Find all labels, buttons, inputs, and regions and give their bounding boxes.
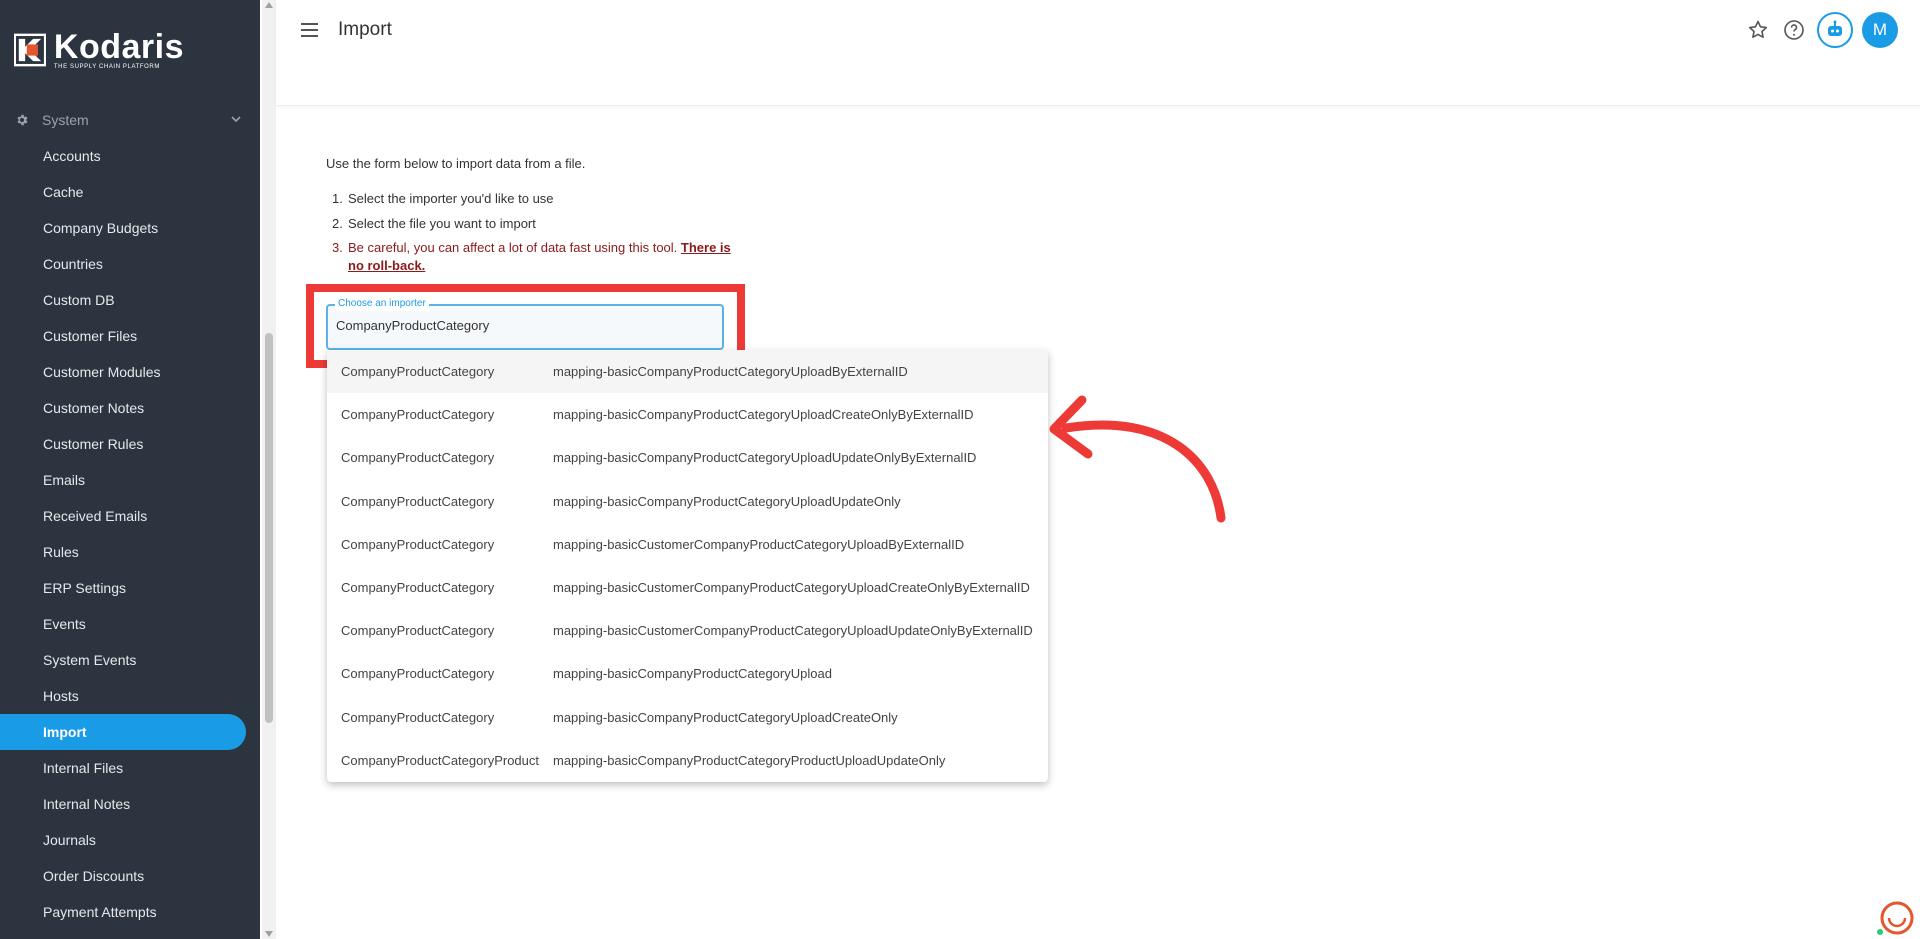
- option-mapping-name: mapping-basicCustomerCompanyProductCateg…: [553, 536, 965, 552]
- sidebar-item-company-budgets[interactable]: Company Budgets: [0, 210, 250, 246]
- scroll-up-arrow-icon[interactable]: [265, 2, 273, 8]
- sidebar-item-rules[interactable]: Rules: [0, 534, 250, 570]
- sidebar-item-customer-rules[interactable]: Customer Rules: [0, 426, 250, 462]
- importer-option[interactable]: CompanyProductCategory mapping-basicCusto…: [327, 609, 1048, 652]
- option-entity-type: CompanyProductCategory: [341, 709, 495, 725]
- option-entity-type: CompanyProductCategory: [341, 364, 495, 380]
- importer-option[interactable]: CompanyProductCategoryProduct mapping-bas…: [327, 739, 1048, 782]
- importer-option[interactable]: CompanyProductCategory mapping-basicCompa…: [327, 393, 1048, 436]
- option-mapping-name: mapping-basicCompanyProductCategoryUploa…: [553, 450, 977, 466]
- option-mapping-name: mapping-basicCompanyProductCategoryProdu…: [553, 752, 946, 768]
- kodaris-logo-icon: [14, 33, 46, 67]
- importer-option[interactable]: CompanyProductCategory mapping-basicCompa…: [327, 696, 1048, 739]
- chat-support-icon[interactable]: [1875, 900, 1915, 936]
- sidebar-item-cache[interactable]: Cache: [0, 174, 250, 210]
- sidebar-item-erp-settings[interactable]: ERP Settings: [0, 570, 250, 606]
- sidebar-scrollbar[interactable]: [262, 0, 276, 939]
- brand-name: Kodaris: [53, 27, 184, 66]
- help-icon[interactable]: [1782, 18, 1806, 42]
- menu-icon[interactable]: [298, 18, 322, 42]
- sidebar-item-customer-notes[interactable]: Customer Notes: [0, 390, 250, 426]
- importer-options-dropdown: CompanyProductCategory mapping-basicCompa…: [327, 350, 1048, 782]
- sidebar-item-countries[interactable]: Countries: [0, 246, 250, 282]
- sidebar-section-system[interactable]: System: [0, 108, 250, 132]
- importer-select-field[interactable]: Choose an importer: [326, 297, 724, 350]
- sidebar-item-payment-attempts[interactable]: Payment Attempts: [0, 894, 250, 930]
- sidebar-item-hosts[interactable]: Hosts: [0, 678, 250, 714]
- importer-option[interactable]: CompanyProductCategory mapping-basicCusto…: [327, 566, 1048, 609]
- option-mapping-name: mapping-basicCustomerCompanyProductCateg…: [553, 580, 1030, 596]
- importer-option[interactable]: CompanyProductCategory mapping-basicCompa…: [327, 652, 1048, 695]
- star-icon[interactable]: [1746, 18, 1770, 42]
- top-header: Import M: [276, 0, 1920, 106]
- option-entity-type: CompanyProductCategoryProduct: [341, 752, 539, 768]
- option-entity-type: CompanyProductCategory: [341, 666, 495, 682]
- sidebar-item-received-emails[interactable]: Received Emails: [0, 498, 250, 534]
- step-2: 2. Select the file you want to import: [332, 216, 536, 231]
- brand-logo[interactable]: Kodaris THE SUPPLY CHAIN PLATFORM: [14, 28, 184, 72]
- assistant-bot-button[interactable]: [1817, 12, 1853, 48]
- option-entity-type: CompanyProductCategory: [341, 623, 495, 639]
- sidebar-item-accounts[interactable]: Accounts: [0, 138, 250, 174]
- sidebar-item-import[interactable]: Import: [0, 714, 246, 750]
- sidebar-item-internal-notes[interactable]: Internal Notes: [0, 786, 250, 822]
- sidebar-item-customer-files[interactable]: Customer Files: [0, 318, 250, 354]
- option-entity-type: CompanyProductCategory: [341, 536, 495, 552]
- scroll-down-arrow-icon[interactable]: [265, 931, 273, 937]
- instruction-steps: 1. Select the importer you'd like to use…: [332, 186, 732, 275]
- chevron-down-icon: [231, 116, 241, 123]
- option-mapping-name: mapping-basicCompanyProductCategoryUploa…: [553, 364, 908, 380]
- option-entity-type: CompanyProductCategory: [341, 407, 495, 423]
- importer-option[interactable]: CompanyProductCategory mapping-basicCompa…: [327, 350, 1048, 394]
- option-entity-type: CompanyProductCategory: [341, 450, 495, 466]
- sidebar-item-customer-modules[interactable]: Customer Modules: [0, 354, 250, 390]
- sidebar-nav: Accounts Cache Company Budgets Countries Cus…: [0, 138, 250, 930]
- option-mapping-name: mapping-basicCompanyProductCategoryUploa…: [553, 407, 974, 423]
- importer-field-label: Choose an importer: [335, 297, 429, 311]
- scrollbar-thumb[interactable]: [265, 333, 273, 723]
- gear-icon: [17, 114, 28, 126]
- option-entity-type: CompanyProductCategory: [341, 580, 495, 596]
- importer-option[interactable]: CompanyProductCategory mapping-basicCompa…: [327, 436, 1048, 479]
- option-mapping-name: mapping-basicCustomerCompanyProductCateg…: [553, 623, 1033, 639]
- sidebar-item-order-discounts[interactable]: Order Discounts: [0, 858, 250, 894]
- main-content: Use the form below to import data from a…: [276, 106, 1920, 939]
- sidebar-item-journals[interactable]: Journals: [0, 822, 250, 858]
- sidebar-section-label: System: [42, 112, 89, 128]
- option-mapping-name: mapping-basicCompanyProductCategoryUploa…: [553, 666, 832, 682]
- importer-search-input[interactable]: [336, 318, 706, 333]
- step-3-warning: 3. Be careful, you can affect a lot of d…: [332, 240, 731, 273]
- option-entity-type: CompanyProductCategory: [341, 493, 495, 509]
- sidebar-item-internal-files[interactable]: Internal Files: [0, 750, 250, 786]
- sidebar-item-custom-db[interactable]: Custom DB: [0, 282, 250, 318]
- option-mapping-name: mapping-basicCompanyProductCategoryUploa…: [553, 709, 898, 725]
- intro-text: Use the form below to import data from a…: [326, 156, 586, 171]
- bot-icon: [1828, 20, 1842, 36]
- page-title: Import: [338, 19, 392, 40]
- importer-option[interactable]: CompanyProductCategory mapping-basicCompa…: [327, 480, 1048, 523]
- sidebar-item-emails[interactable]: Emails: [0, 462, 250, 498]
- step-1: 1. Select the importer you'd like to use: [332, 191, 554, 206]
- option-mapping-name: mapping-basicCompanyProductCategoryUploa…: [553, 493, 901, 509]
- annotation-arrow-icon: [1049, 395, 1226, 523]
- importer-option[interactable]: CompanyProductCategory mapping-basicCusto…: [327, 523, 1048, 566]
- sidebar: Kodaris THE SUPPLY CHAIN PLATFORM System…: [0, 0, 260, 939]
- sidebar-item-system-events[interactable]: System Events: [0, 642, 250, 678]
- sidebar-item-events[interactable]: Events: [0, 606, 250, 642]
- user-avatar[interactable]: M: [1862, 12, 1898, 48]
